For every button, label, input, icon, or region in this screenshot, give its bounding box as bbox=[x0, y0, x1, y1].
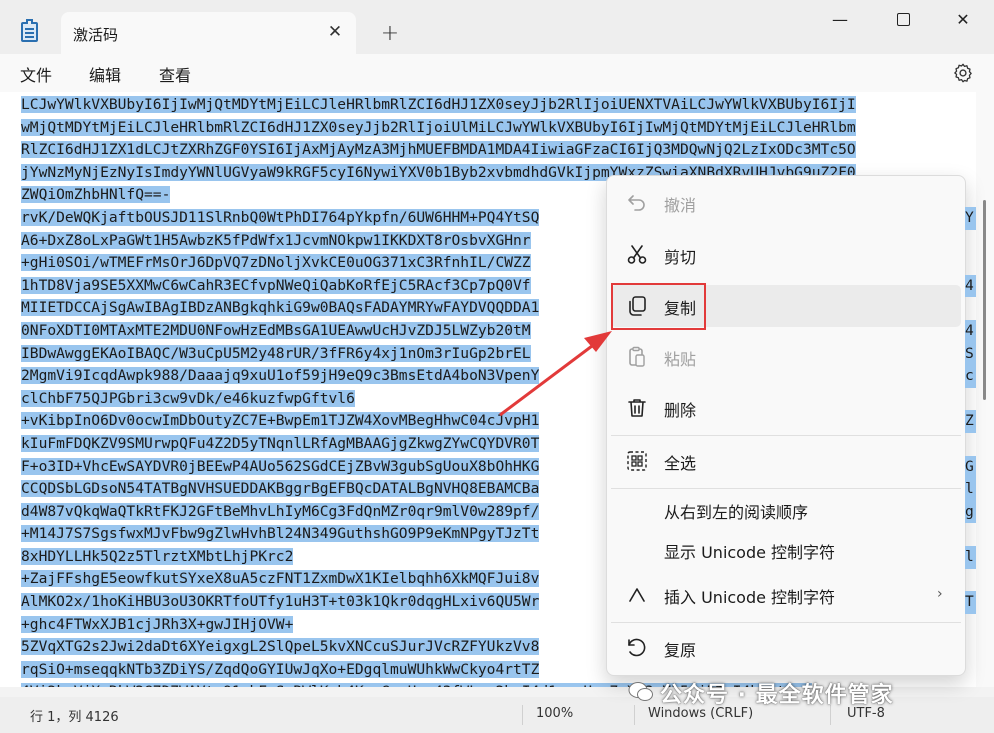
insert-unicode-label: 插入 Unicode 控制字符 bbox=[664, 588, 836, 607]
editor-line-fragment: T bbox=[965, 591, 976, 614]
status-divider bbox=[522, 705, 523, 725]
selected-text: CCQDSbLGDsoN54TATBgNVHSUEDDAKBggrBgEFBQc… bbox=[21, 480, 540, 498]
restore-icon bbox=[628, 638, 646, 657]
select-all-label: 全选 bbox=[664, 454, 697, 473]
maximize-icon bbox=[896, 12, 910, 26]
menu-view[interactable]: 查看 bbox=[159, 62, 191, 86]
selected-text: d4W87vQkqWaQTkRtFKJ2GFtBeMhvLhIyM6Cg3FdQ… bbox=[21, 502, 540, 520]
context-menu: 撤消 剪切 复制 粘贴 删除 全选 从右到左的阅读顺序 显示 Unicode 控… bbox=[606, 175, 966, 676]
cursor-position: 行 1，列 4126 bbox=[30, 710, 119, 725]
selected-text: +M14J7S7SgsfwxMJvFbw9gZlwHvhBl24N349Guth… bbox=[21, 525, 540, 543]
menu-item-delete[interactable]: 删除 bbox=[611, 387, 961, 429]
delete-label: 删除 bbox=[664, 401, 697, 420]
menu-separator bbox=[611, 622, 961, 623]
editor-line-fragment: S bbox=[965, 342, 976, 366]
editor-line-fragment: 4 bbox=[965, 320, 976, 343]
zoom-level[interactable]: 100% bbox=[536, 706, 573, 721]
editor-line: RlZCI6dHJ1ZX1dLCJtZXRhZGF0YSI6IjAxMjAyMz… bbox=[21, 139, 976, 162]
paste-icon bbox=[629, 346, 645, 367]
notepad-window: 激活码 ✕ + — ✕ 文件 编辑 查看 LCJwYWlkVXBUbyI6IjI… bbox=[0, 0, 994, 733]
document-tab[interactable]: 激活码 ✕ bbox=[61, 12, 356, 54]
selected-text: F+o3ID+VhcEwSAYDVR0jBEEwP4AUo562SGdCEjZB… bbox=[21, 457, 540, 475]
selected-text: clChbF75QJPGbri3cw9vDk/e46kuzfwpGftvl6 bbox=[21, 389, 355, 407]
menu-item-rtl-reading[interactable]: 从右到左的阅读顺序 bbox=[611, 489, 961, 531]
selected-text: RlZCI6dHJ1ZX1dLCJtZXRhZGF0YSI6IjAxMjAyMz… bbox=[21, 141, 856, 159]
wechat-icon bbox=[628, 682, 653, 701]
minimize-button[interactable]: — bbox=[817, 6, 863, 34]
tab-title: 激活码 bbox=[73, 26, 119, 44]
select-all-icon bbox=[627, 451, 647, 471]
selected-text: +ghc4FTWxXJB1cjJRh3X+gwJIHjOVW+ bbox=[21, 615, 294, 633]
menu-file[interactable]: 文件 bbox=[20, 62, 52, 86]
selected-text: 8xHDYLLHk5Q2z5TlrztXMbtLhjPKrc2 bbox=[21, 547, 294, 565]
menu-bar: 文件 编辑 查看 bbox=[0, 54, 994, 92]
trash-icon bbox=[628, 399, 646, 417]
selected-text: 1hTD8Vja9SE5XXMwC6wCahR3ECfvpNWeQiQabKoR… bbox=[21, 276, 531, 294]
menu-item-undo[interactable]: 撤消 bbox=[611, 182, 961, 224]
editor-line: wMjQtMDYtMjEiLCJleHRlbmRlZCI6dHJ1ZX0seyJ… bbox=[21, 117, 976, 140]
editor-line-fragment: Z bbox=[965, 410, 976, 433]
watermark-text: 公众号 · 最全软件管家 bbox=[660, 683, 894, 708]
gear-icon[interactable] bbox=[952, 62, 974, 84]
editor-line-fragment: l bbox=[965, 546, 976, 569]
show-unicode-label: 显示 Unicode 控制字符 bbox=[664, 543, 836, 562]
menu-item-insert-unicode[interactable]: 插入 Unicode 控制字符 › bbox=[611, 574, 961, 616]
selected-text: ZWQiOmZhbHNlfQ==- bbox=[21, 186, 171, 204]
selected-text: +vKibpInO6Dv0ocwImDbOutyZC7E+BwpEm1TJZW4… bbox=[21, 412, 540, 430]
menu-item-restore[interactable]: 复原 bbox=[611, 627, 961, 669]
menu-item-select-all[interactable]: 全选 bbox=[611, 440, 961, 482]
close-window-button[interactable]: ✕ bbox=[940, 6, 986, 34]
new-tab-button[interactable]: + bbox=[376, 20, 404, 48]
selected-text: kIuFmFDQKZV9SMUrwpQFu4Z2D5yTNqnlLRfAgMBA… bbox=[21, 434, 540, 452]
selected-text: AlMKO2x/1hoKiHBU3oU3OKRTfoUTfy1uH3T+t03k… bbox=[21, 593, 540, 611]
menu-separator bbox=[611, 435, 961, 436]
selected-text: rvK/DeWQKjaftbOUSJD11SlRnbQ0WtPhDI764pYk… bbox=[21, 208, 540, 226]
paste-label: 粘贴 bbox=[664, 350, 697, 369]
editor-line-fragment: G bbox=[965, 455, 976, 479]
status-divider bbox=[634, 705, 635, 725]
scissors-icon bbox=[627, 245, 647, 264]
editor-line-fragment: Y bbox=[965, 207, 976, 230]
editor-line-fragment: 4 bbox=[965, 274, 976, 298]
selected-text: +gHi0SOi/wTMEFrMsOrJ6DpVQ7zDNoljXvkCE0uO… bbox=[21, 254, 531, 272]
undo-icon bbox=[628, 195, 645, 211]
menu-item-show-unicode[interactable]: 显示 Unicode 控制字符 bbox=[611, 529, 961, 571]
selected-text: 2MgmVi9IcqdAwpk988/Daaajq9xuU1of59jH9eQ9… bbox=[21, 367, 540, 385]
selected-text: IBDwAwggEKAoIBAQC/W3uCpU5M2y48rUR/3fFR6y… bbox=[21, 344, 531, 362]
selected-text: 0NFoXDTI0MTAxMTE2MDU0NFowHzEdMBsGA1UEAww… bbox=[21, 321, 531, 339]
selected-text: A6+DxZ8oLxPaGWt1H5AwbzK5fPdWfx1JcvmNOkpw… bbox=[21, 231, 531, 249]
notepad-app-icon bbox=[21, 19, 38, 42]
caret-icon bbox=[629, 588, 645, 602]
menu-item-cut[interactable]: 剪切 bbox=[611, 234, 961, 276]
selected-text: rqSiO+mseqqkNTb3ZDiYS/ZqdQoGYIUwJqXo+EDg… bbox=[21, 660, 540, 678]
selected-text: wMjQtMDYtMjEiLCJleHRlbmRlZCI6dHJ1ZX0seyJ… bbox=[21, 118, 856, 136]
rtl-label: 从右到左的阅读顺序 bbox=[664, 503, 809, 522]
title-bar: 激活码 ✕ + — ✕ bbox=[0, 0, 994, 54]
cut-label: 剪切 bbox=[664, 248, 697, 267]
undo-label: 撤消 bbox=[664, 196, 697, 215]
scrollbar-thumb[interactable] bbox=[983, 200, 986, 400]
menu-item-paste[interactable]: 粘贴 bbox=[611, 336, 961, 378]
annotation-highlight-box bbox=[611, 283, 706, 330]
selected-text: LCJwYWlkVXBUbyI6IjIwMjQtMDYtMjEiLCJleHRl… bbox=[21, 96, 856, 113]
editor-line-fragment: l bbox=[965, 478, 976, 501]
restore-label: 复原 bbox=[664, 641, 697, 660]
selected-text: MIIETDCCAjSgAwIBAgIBDzANBgkqhkiG9w0BAQsF… bbox=[21, 299, 540, 317]
editor-line-fragment: g bbox=[965, 500, 976, 524]
tab-close-icon[interactable]: ✕ bbox=[323, 20, 347, 44]
editor-line-fragment: c bbox=[965, 365, 976, 388]
selected-text: +ZajFFshgE5eowfkutSYxeX8uA5czFNT1ZxmDwX1… bbox=[21, 570, 540, 588]
chevron-right-icon: › bbox=[937, 586, 943, 602]
menu-edit[interactable]: 编辑 bbox=[89, 62, 121, 86]
editor-line: LCJwYWlkVXBUbyI6IjIwMjQtMDYtMjEiLCJleHRl… bbox=[21, 94, 976, 117]
maximize-button[interactable] bbox=[880, 6, 926, 34]
selected-text: 5ZVqXTG2s2Jwi2daDt6XYeigxgL2SlQpeL5kvXNC… bbox=[21, 638, 540, 656]
